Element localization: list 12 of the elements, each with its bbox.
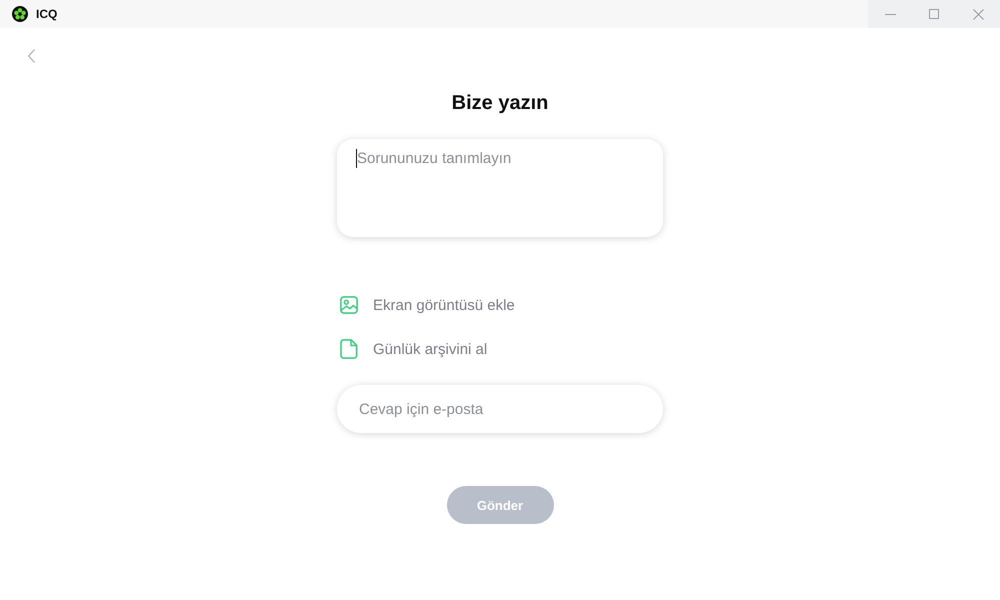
form-title: Bize yazın [452,91,548,116]
attach-action[interactable]: Günlük arşivini al [337,331,488,367]
attach-action[interactable]: Ekran görüntüsü ekle [337,287,515,323]
problem-description-field[interactable]: Sorununuzu tanımlayın [337,139,663,237]
maximize-icon [929,9,939,19]
email-field[interactable]: Cevap için e-posta [337,385,663,433]
image-icon [340,296,358,314]
document-icon [340,339,358,359]
back-chevron-icon [28,49,34,63]
window-title: ICQ [36,7,58,21]
app-logo-icon [12,6,28,22]
close-icon [972,8,984,20]
